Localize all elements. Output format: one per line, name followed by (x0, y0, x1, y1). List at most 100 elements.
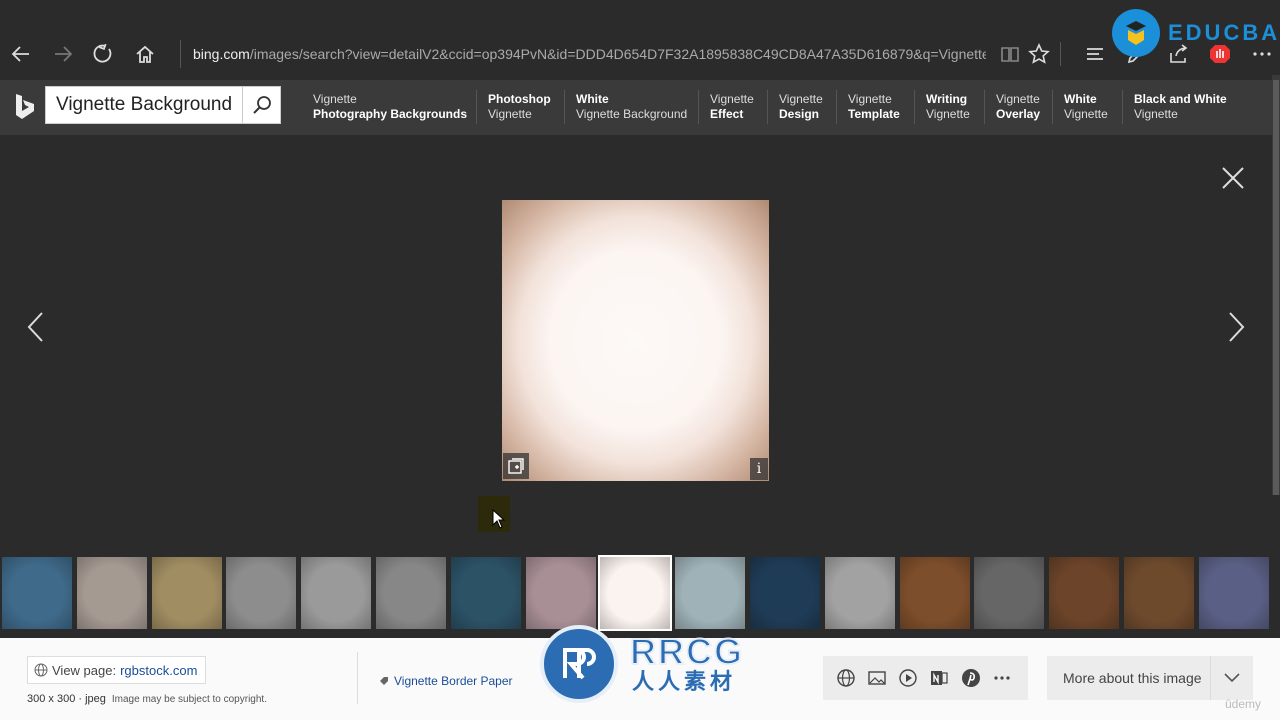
related-search-line: Vignette (1064, 107, 1108, 121)
search-input[interactable]: Vignette Background (56, 87, 232, 123)
related-search-3[interactable]: White Vignette Background (576, 92, 687, 122)
close-icon (1222, 167, 1244, 189)
search-button[interactable] (242, 87, 280, 123)
toolbar-divider (1060, 42, 1061, 66)
arrow-right-icon (55, 46, 73, 62)
thumbnail-item[interactable] (974, 557, 1044, 629)
previous-image-button[interactable] (24, 310, 48, 344)
play-icon (899, 669, 917, 687)
thumbnail-item[interactable] (301, 557, 371, 629)
image-dimensions: 300 x 300 · jpeg (27, 693, 106, 705)
pinterest-button[interactable] (961, 668, 981, 688)
book-icon (1001, 47, 1019, 62)
visit-site-button[interactable] (836, 668, 856, 688)
refresh-button[interactable] (87, 38, 119, 70)
related-search-line: Template (848, 107, 900, 121)
thumbnail-item[interactable] (152, 557, 222, 629)
hub-button[interactable] (1079, 38, 1111, 70)
close-viewer-button[interactable] (1219, 164, 1247, 192)
source-link[interactable]: rgbstock.com (120, 663, 197, 678)
related-tag-link[interactable]: Vignette Border Paper (379, 674, 513, 688)
more-about-image-button[interactable]: More about this image (1047, 656, 1253, 700)
related-search-line: Overlay (996, 107, 1041, 121)
reading-view-button[interactable] (994, 38, 1026, 70)
thumbnail-item[interactable] (825, 557, 895, 629)
image-info-button[interactable]: i (750, 458, 768, 480)
related-search-10[interactable]: Black and White Vignette (1134, 92, 1227, 122)
related-search-1[interactable]: Vignette Photography Backgrounds (313, 92, 467, 122)
view-page-label: View page: (52, 662, 117, 678)
thumbnail-item[interactable] (77, 557, 147, 629)
thumbnail-item[interactable] (1049, 557, 1119, 629)
image-icon (868, 671, 886, 685)
related-search-8[interactable]: Vignette Overlay (996, 92, 1040, 122)
rrcg-subtext: 人人素材 (632, 669, 737, 694)
educba-logo: EDUCBA (1112, 8, 1280, 58)
favorite-button[interactable] (1023, 38, 1055, 70)
expand-details-button[interactable] (1210, 656, 1253, 700)
related-search-2[interactable]: Photoshop Vignette (488, 92, 551, 122)
related-search-9[interactable]: White Vignette (1064, 92, 1108, 122)
view-page-button[interactable]: View page: rgbstock.com (27, 656, 207, 684)
search-icon (252, 96, 271, 114)
address-bar[interactable]: bing.com/images/search?view=detailV2&cci… (180, 40, 986, 68)
thumbnail-item[interactable] (376, 557, 446, 629)
thumbnail-item[interactable] (1199, 557, 1269, 629)
main-image[interactable] (502, 200, 769, 481)
related-divider (836, 90, 837, 124)
expand-icon (508, 458, 524, 474)
related-search-line: Vignette (926, 107, 970, 121)
home-button[interactable] (129, 38, 161, 70)
thumbnail-item[interactable] (598, 555, 672, 631)
thumbnail-item[interactable] (900, 557, 970, 629)
related-search-6[interactable]: Vignette Template (848, 92, 900, 122)
related-divider (1052, 90, 1053, 124)
search-box: Vignette Background (45, 86, 281, 124)
expand-image-button[interactable] (503, 453, 529, 479)
related-search-7[interactable]: Writing Vignette (926, 92, 970, 122)
rrcg-text: RRCG (629, 631, 744, 672)
related-search-line: Vignette (488, 107, 532, 121)
view-image-button[interactable] (867, 668, 887, 688)
thumbnail-item[interactable] (226, 557, 296, 629)
mouse-cursor-icon (492, 508, 506, 529)
related-search-line: Vignette (1134, 107, 1178, 121)
udemy-watermark: ûdemy (1225, 697, 1262, 711)
pinterest-icon (962, 669, 980, 687)
back-button[interactable] (5, 38, 37, 70)
thumbnail-item[interactable] (750, 557, 820, 629)
related-divider (1122, 90, 1123, 124)
thumbnail-item[interactable] (1124, 557, 1194, 629)
copyright-notice: Image may be subject to copyright. (111, 694, 267, 705)
related-search-line: Photoshop (488, 92, 551, 106)
tag-link-label: Vignette Border Paper (394, 674, 513, 688)
thumbnail-item[interactable] (451, 557, 521, 629)
bing-logo[interactable] (14, 92, 36, 122)
related-search-line: Photography Backgrounds (313, 107, 468, 121)
related-search-5[interactable]: Vignette Design (779, 92, 823, 122)
related-search-line: Black and White (1134, 92, 1227, 106)
forward-button[interactable] (47, 38, 79, 70)
more-about-label: More about this image (1063, 670, 1202, 686)
tag-icon (380, 677, 388, 685)
scrollbar-thumb[interactable] (1273, 80, 1279, 495)
related-divider (564, 90, 565, 124)
thumbnail-item[interactable] (526, 557, 596, 629)
rrcg-watermark: RRCG 人人素材 (540, 625, 745, 705)
globe-icon (34, 663, 48, 677)
slideshow-button[interactable] (898, 668, 918, 688)
bing-header: Vignette Background Vignette Photography… (0, 80, 1280, 135)
thumbnail-item[interactable] (675, 557, 745, 629)
onenote-button[interactable] (929, 668, 949, 688)
home-icon (136, 45, 154, 63)
more-actions-button[interactable] (992, 668, 1012, 688)
arrow-left-icon (11, 46, 29, 62)
related-search-line: Writing (926, 92, 968, 106)
related-divider (767, 90, 768, 124)
next-image-button[interactable] (1224, 310, 1248, 344)
image-meta: 300 x 300 · jpeg Image may be subject to … (27, 693, 267, 705)
thumbnail-item[interactable] (2, 557, 72, 629)
related-search-4[interactable]: Vignette Effect (710, 92, 754, 122)
onenote-icon (931, 671, 948, 685)
related-divider (984, 90, 985, 124)
